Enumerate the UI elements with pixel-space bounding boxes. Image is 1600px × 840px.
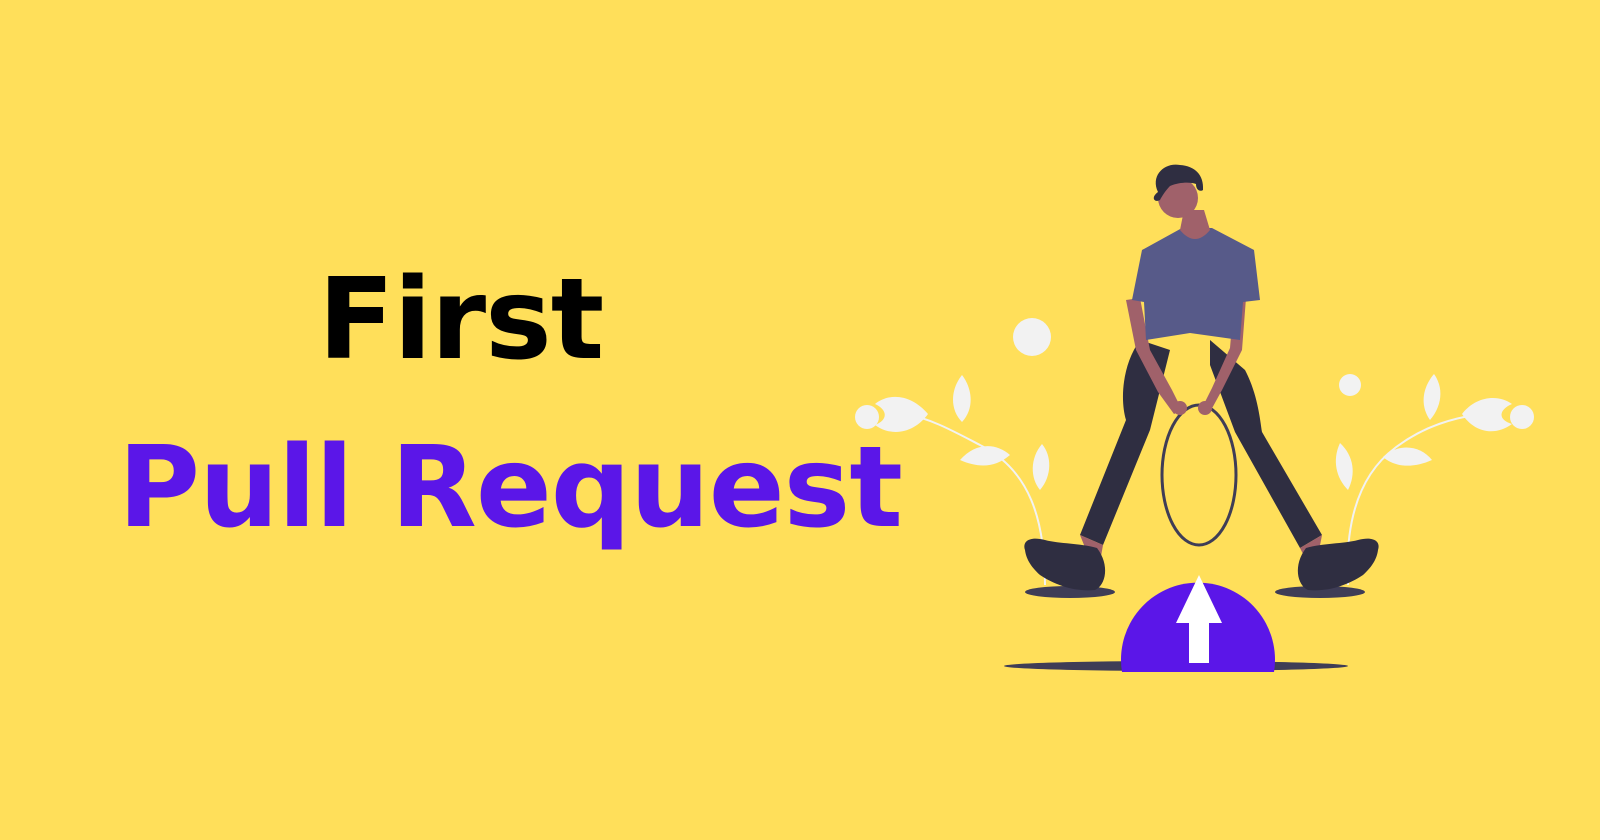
title-pull-request: Pull Request xyxy=(118,423,903,553)
hoop xyxy=(1160,403,1238,547)
plant-right-berry-1 xyxy=(1510,405,1534,429)
plant-left-leaf-1 xyxy=(875,396,928,432)
title-first: First xyxy=(318,255,604,385)
plant-left-berry-2 xyxy=(1013,318,1051,356)
plant-left-leaf-4 xyxy=(1032,444,1050,490)
shirt xyxy=(1132,228,1260,340)
right-hand xyxy=(1198,401,1212,415)
plant-right-leaf-4 xyxy=(1335,443,1353,490)
plant-right-leaf-3 xyxy=(1383,447,1432,466)
plant-right-berry-2 xyxy=(1339,374,1361,396)
upload-button-graphic xyxy=(1121,575,1275,672)
plant-left-berry-1 xyxy=(855,405,879,429)
plant-left-leaf-3 xyxy=(960,446,1010,466)
banner: First Pull Request xyxy=(0,0,1600,840)
plant-right-leaf-1 xyxy=(1462,398,1512,432)
left-hand xyxy=(1173,401,1187,415)
person-figure xyxy=(1024,164,1379,591)
plant-right-leaf-2 xyxy=(1423,374,1441,420)
plant-left-leaf-2 xyxy=(953,375,971,422)
plant-left xyxy=(855,318,1051,586)
plant-left-stem xyxy=(904,413,1046,586)
illustration xyxy=(855,164,1534,672)
